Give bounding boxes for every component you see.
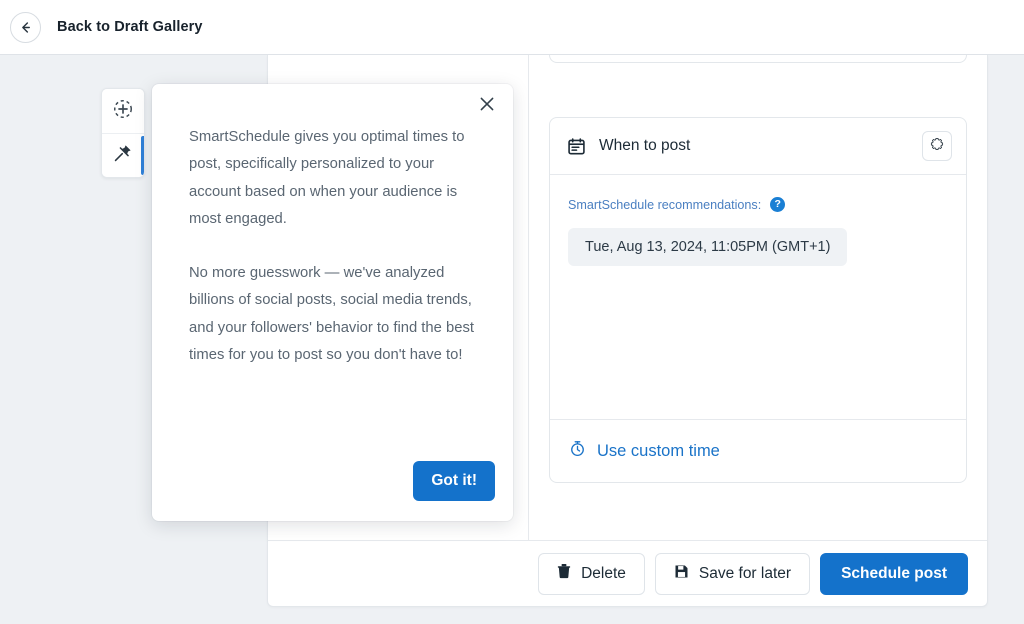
schedule-post-label: Schedule post [841, 564, 947, 582]
when-to-post-header: When to post [550, 118, 966, 175]
save-for-later-label: Save for later [698, 564, 792, 582]
action-bar: Delete Save for later Schedule post [268, 540, 987, 606]
page-title: Back to Draft Gallery [57, 19, 203, 35]
recommendations-label: SmartSchedule recommendations: [568, 197, 762, 212]
arrow-left-icon [18, 20, 33, 35]
smartschedule-popover: SmartSchedule gives you optimal times to… [152, 84, 513, 521]
gear-icon [930, 137, 944, 156]
popover-close-button[interactable] [473, 92, 501, 120]
save-for-later-button[interactable]: Save for later [654, 552, 811, 595]
composer-settings-column: When to post SmartSchedule recommendatio… [529, 55, 987, 541]
recommended-time-chip[interactable]: Tue, Aug 13, 2024, 11:05PM (GMT+1) [568, 228, 848, 266]
back-button[interactable] [10, 11, 41, 43]
got-it-button[interactable]: Got it! [413, 461, 495, 501]
add-circle-dashed-icon [112, 98, 134, 125]
popover-actions: Got it! [413, 461, 495, 501]
pin-tool[interactable] [102, 133, 144, 177]
help-circle-icon[interactable]: ? [770, 197, 786, 212]
delete-button[interactable]: Delete [538, 552, 645, 595]
popover-paragraph-1: SmartSchedule gives you optimal times to… [189, 129, 465, 227]
when-to-post-settings-button[interactable] [922, 131, 952, 161]
delete-label: Delete [581, 564, 626, 582]
save-icon [674, 564, 689, 584]
use-custom-time-button[interactable]: Use custom time [569, 440, 720, 462]
close-icon [480, 97, 494, 116]
popover-body: SmartSchedule gives you optimal times to… [152, 84, 513, 369]
stopwatch-icon [569, 440, 586, 462]
side-toolbar [101, 88, 145, 178]
use-custom-time-label: Use custom time [597, 441, 720, 460]
when-to-post-footer: Use custom time [550, 419, 966, 482]
when-to-post-card: When to post SmartSchedule recommendatio… [549, 117, 967, 483]
trash-icon [557, 563, 571, 584]
when-to-post-content: SmartSchedule recommendations: ? Tue, Au… [550, 175, 966, 419]
pin-icon [113, 143, 133, 168]
schedule-post-button[interactable]: Schedule post [820, 552, 968, 595]
top-bar: Back to Draft Gallery [0, 0, 1024, 55]
recommendations-row: SmartSchedule recommendations: ? [568, 197, 948, 212]
when-to-post-title: When to post [599, 137, 691, 154]
add-post-tool[interactable] [102, 89, 144, 133]
popover-paragraph-2: No more guesswork — we've analyzed billi… [189, 265, 474, 364]
previous-card-partial [549, 55, 967, 63]
calendar-icon [567, 137, 586, 156]
